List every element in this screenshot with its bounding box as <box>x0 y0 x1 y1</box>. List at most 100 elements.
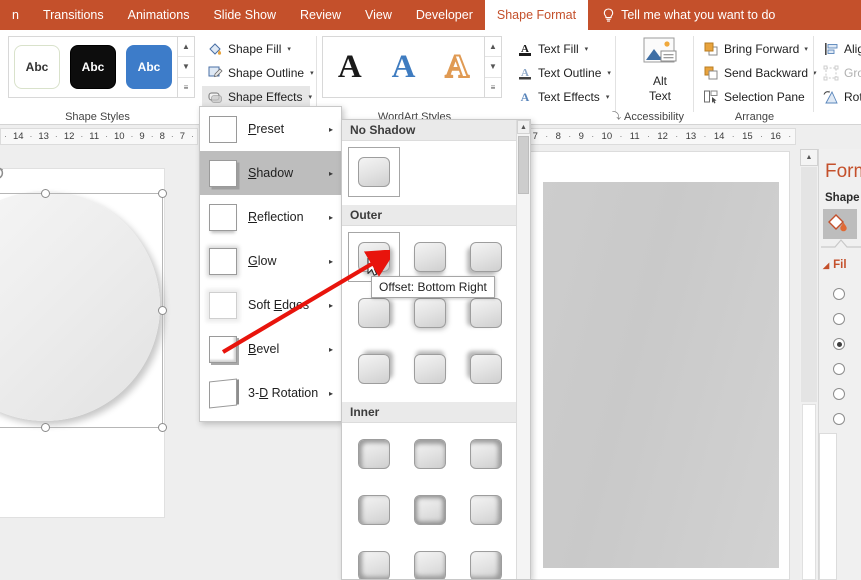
submenu-arrow-icon[interactable]: ▸ <box>329 389 333 398</box>
shadow-option-offset-bottom[interactable] <box>404 232 456 282</box>
gallery-scroll-thumb[interactable] <box>518 136 529 194</box>
shadow-option-offset-bottom-left[interactable] <box>460 232 512 282</box>
fill-option-3[interactable] <box>833 334 861 354</box>
chevron-down-icon[interactable]: ▾ <box>606 93 610 101</box>
align-button[interactable]: Alig <box>818 38 861 60</box>
shape-styles-gallery[interactable]: Abc Abc Abc <box>8 36 178 98</box>
shadow-option-offset-top[interactable] <box>404 344 456 394</box>
submenu-arrow-icon[interactable]: ▸ <box>329 301 333 310</box>
tab-slide-show[interactable]: Slide Show <box>201 0 288 30</box>
menu-item-3d-rotation[interactable]: 3-D Rotation ▸ <box>200 371 341 415</box>
gallery-scroll-up-icon[interactable]: ▲ <box>517 120 530 134</box>
tab-partial-left[interactable]: n <box>0 0 31 30</box>
shadow-option-inside-top-left[interactable] <box>348 429 400 479</box>
horizontal-ruler-right[interactable]: 7 · 8 · 9 · 10 · 11 · 12 · 13 · 14 · 15 … <box>528 128 796 145</box>
send-backward-button[interactable]: Send Backward ▾ <box>698 62 817 84</box>
radio-icon[interactable] <box>833 363 845 375</box>
tab-animations[interactable]: Animations <box>116 0 202 30</box>
selection-pane-button[interactable]: Selection Pane <box>698 86 810 108</box>
fill-section-header[interactable]: ◢ Fil <box>823 259 847 271</box>
shape-style-thumb-1[interactable]: Abc <box>14 45 60 89</box>
gallery-more-icon[interactable]: ≡ <box>178 78 194 97</box>
menu-item-soft-edges[interactable]: Soft Edges ▸ <box>200 283 341 327</box>
chevron-down-icon[interactable]: ▾ <box>804 45 808 53</box>
shadow-option-inside-left[interactable] <box>348 485 400 535</box>
chevron-down-icon[interactable]: ▾ <box>310 69 314 77</box>
radio-icon[interactable] <box>833 313 845 325</box>
menu-item-preset[interactable]: Preset ▸ <box>200 107 341 151</box>
shape-styles-spinner[interactable]: ▲ ▼ ≡ <box>178 36 195 98</box>
wordart-styles-spinner[interactable]: ▲ ▼ ≡ <box>485 36 502 98</box>
fill-bucket-icon[interactable] <box>823 209 857 239</box>
radio-icon-selected[interactable] <box>833 338 845 350</box>
submenu-arrow-icon[interactable]: ▸ <box>329 213 333 222</box>
text-effects-button[interactable]: A Text Effects ▾ <box>512 86 612 108</box>
submenu-arrow-icon[interactable]: ▸ <box>329 257 333 266</box>
shape-style-thumb-2[interactable]: Abc <box>70 45 116 89</box>
shape-effects-button[interactable]: Shape Effects ▾ <box>202 86 313 108</box>
rotate-handle-icon[interactable] <box>0 165 5 181</box>
wordart-styles-gallery[interactable]: A A A <box>322 36 485 98</box>
submenu-arrow-icon[interactable]: ▸ <box>329 345 333 354</box>
vertical-scroll-track[interactable] <box>802 404 816 580</box>
menu-item-reflection[interactable]: Reflection ▸ <box>200 195 341 239</box>
tab-review[interactable]: Review <box>288 0 353 30</box>
fill-option-6[interactable] <box>833 409 861 429</box>
gallery-scroll-down-icon[interactable]: ▼ <box>178 57 194 78</box>
fill-option-2[interactable] <box>833 309 861 329</box>
submenu-arrow-icon[interactable]: ▸ <box>329 169 333 178</box>
alt-text-button[interactable]: Alt Text <box>632 36 688 112</box>
shadow-option-inside-bottom-left[interactable] <box>348 541 400 579</box>
tab-transitions[interactable]: Transitions <box>31 0 116 30</box>
gallery-more-icon[interactable]: ≡ <box>485 78 501 97</box>
menu-item-bevel[interactable]: Bevel ▸ <box>200 327 341 371</box>
fill-option-1[interactable] <box>833 284 861 304</box>
horizontal-ruler-left[interactable]: · 14 · 13 · 12 · 11 · 10 · 9 · 8 · 7 · <box>0 128 198 145</box>
shadow-option-inside-bottom[interactable] <box>404 541 456 579</box>
text-outline-button[interactable]: A Text Outline ▾ <box>512 62 612 84</box>
menu-item-glow[interactable]: Glow ▸ <box>200 239 341 283</box>
rotate-button[interactable]: Rot <box>818 86 861 108</box>
fill-option-4[interactable] <box>833 359 861 379</box>
menu-item-shadow[interactable]: Shadow ▸ <box>200 151 341 195</box>
gallery-scroll-up-icon[interactable]: ▲ <box>178 37 194 58</box>
bring-forward-button[interactable]: Bring Forward ▾ <box>698 38 810 60</box>
radio-icon[interactable] <box>833 288 845 300</box>
tab-developer[interactable]: Developer <box>404 0 485 30</box>
vertical-scroll-thumb[interactable] <box>801 167 817 402</box>
tab-view[interactable]: View <box>353 0 404 30</box>
shadow-option-inside-right[interactable] <box>460 485 512 535</box>
fill-option-5[interactable] <box>833 384 861 404</box>
shadow-option-inside-top[interactable] <box>404 429 456 479</box>
tell-me-search[interactable]: Tell me what you want to do <box>588 0 775 30</box>
chevron-down-icon[interactable]: ▾ <box>309 93 313 101</box>
shape-style-thumb-3[interactable]: Abc <box>126 45 172 89</box>
gallery-scroll-down-icon[interactable]: ▼ <box>485 57 501 78</box>
shadow-option-no-shadow[interactable] <box>348 147 400 197</box>
resize-handle-t[interactable] <box>41 189 50 198</box>
chevron-down-icon[interactable]: ▾ <box>607 69 611 77</box>
tab-shape-format[interactable]: Shape Format <box>484 0 589 30</box>
gallery-scroll-up-icon[interactable]: ▲ <box>485 37 501 58</box>
slide-canvas-right[interactable] <box>530 151 790 580</box>
gray-rectangle-shape[interactable] <box>543 182 779 568</box>
shadow-option-inside-top-right[interactable] <box>460 429 512 479</box>
wordart-thumb-1[interactable]: A <box>338 50 362 84</box>
chevron-down-icon[interactable]: ▾ <box>287 45 291 53</box>
resize-handle-tr[interactable] <box>158 189 167 198</box>
pane-subtitle-shape-options[interactable]: Shape <box>825 192 860 204</box>
scroll-up-icon[interactable]: ▲ <box>800 149 818 166</box>
shadow-option-inside-bottom-right[interactable] <box>460 541 512 579</box>
resize-handle-r[interactable] <box>158 306 167 315</box>
shadow-option-inside-center[interactable] <box>404 485 456 535</box>
radio-icon[interactable] <box>833 413 845 425</box>
text-fill-button[interactable]: A Text Fill ▾ <box>512 38 612 60</box>
submenu-arrow-icon[interactable]: ▸ <box>329 125 333 134</box>
shadow-option-offset-top-right[interactable] <box>348 344 400 394</box>
shape-outline-button[interactable]: Shape Outline ▾ <box>202 62 314 84</box>
wordart-thumb-2[interactable]: A <box>392 50 416 84</box>
resize-handle-br[interactable] <box>158 423 167 432</box>
shape-fill-button[interactable]: Shape Fill ▾ <box>202 38 310 60</box>
shadow-option-offset-top-left[interactable] <box>460 344 512 394</box>
chevron-down-icon[interactable]: ▾ <box>585 45 589 53</box>
